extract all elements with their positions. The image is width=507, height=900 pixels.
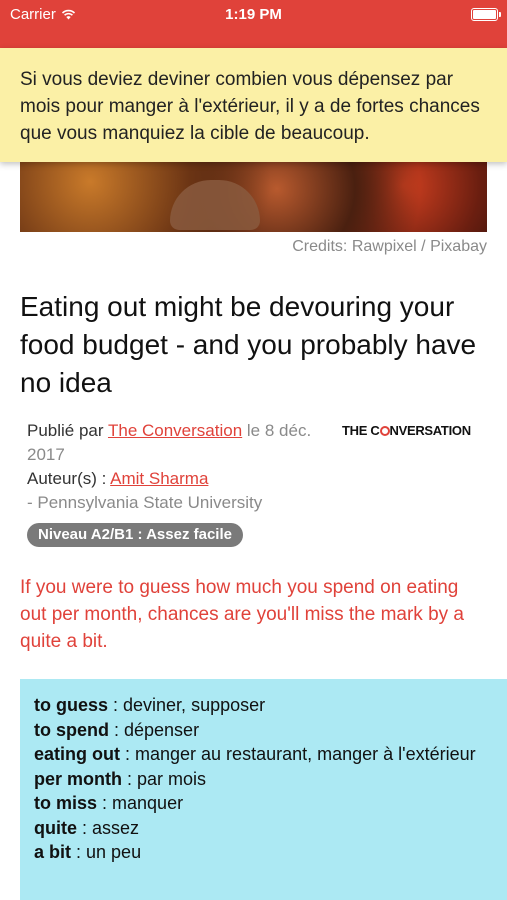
vocab-definition: : un peu [71, 842, 142, 862]
author-link[interactable]: Amit Sharma [110, 469, 208, 488]
published-label: Publié par [27, 421, 104, 440]
author-affiliation: - Pennsylvania State University [27, 493, 263, 512]
photo-detail [170, 180, 260, 230]
vocab-term: to guess [34, 695, 109, 715]
vocab-item: eating out : manger au restaurant, mange… [34, 742, 493, 767]
vocab-term: to spend [34, 719, 109, 740]
the-conversation-logo: THE C NVERSATION [342, 423, 471, 438]
status-time: 1:19 PM [225, 6, 282, 23]
vocab-definition: : dépenser [109, 719, 200, 740]
article-meta: Publié par The Conversation le 8 déc. 20… [27, 419, 317, 515]
vocab-item: to guess : deviner, supposer [34, 693, 493, 718]
image-credits: Credits: Rawpixel / Pixabay [292, 238, 487, 255]
vocab-term: per month [34, 768, 122, 789]
publisher-link[interactable]: The Conversation [108, 421, 242, 440]
vocab-term: to miss [34, 793, 98, 813]
vocab-term: a bit [34, 842, 72, 862]
vocabulary-box: to guess : deviner, supposer to spend : … [20, 679, 507, 900]
vocab-term: quite [34, 817, 77, 838]
author-label: Auteur(s) : [27, 469, 107, 488]
vocab-item: per month : par mois [34, 767, 493, 792]
level-badge: Niveau A2/B1 : Assez facile [27, 523, 243, 547]
vocab-definition: : deviner, supposer [108, 695, 266, 715]
vocab-item: quite : assez [34, 816, 493, 841]
status-bar: Carrier 1:19 PM [0, 0, 507, 48]
logo-o-ring [379, 426, 390, 436]
battery-icon [471, 8, 501, 21]
vocab-definition: : assez [77, 817, 140, 838]
vocab-item: to spend : dépenser [34, 718, 493, 743]
article-photo [20, 160, 487, 232]
translation-banner[interactable]: Si vous deviez deviner combien vous dépe… [0, 48, 507, 162]
vocab-definition: : par mois [122, 768, 207, 789]
article-title: Eating out might be devouring your food … [20, 291, 477, 398]
vocab-item: a bit : un peu [34, 840, 493, 865]
vocab-term: eating out [34, 744, 120, 764]
vocab-definition: : manquer [97, 793, 184, 813]
vocab-item: to miss : manquer [34, 791, 493, 816]
vocab-definition: : manger au restaurant, manger à l'extér… [120, 744, 476, 764]
english-paragraph[interactable]: If you were to guess how much you spend … [20, 574, 490, 655]
